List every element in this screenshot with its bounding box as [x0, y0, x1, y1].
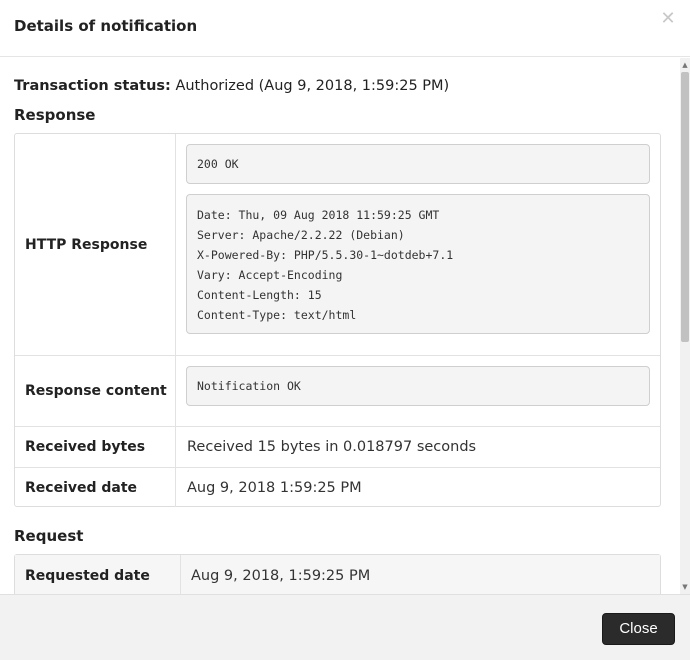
http-header-line: Date: Thu, 09 Aug 2018 11:59:25 GMT	[197, 208, 440, 222]
modal-body[interactable]: Transaction status: Authorized (Aug 9, 2…	[0, 58, 690, 594]
http-response-label: HTTP Response	[15, 134, 176, 355]
modal-footer: Close	[0, 594, 690, 660]
scroll-up-arrow-icon[interactable]: ▲	[680, 60, 690, 70]
table-row-received-bytes: Received bytes Received 15 bytes in 0.01…	[15, 426, 660, 467]
table-row-requested-date: Requested date Aug 9, 2018, 1:59:25 PM	[15, 555, 660, 594]
requested-date-label: Requested date	[15, 555, 181, 594]
transaction-status: Transaction status: Authorized (Aug 9, 2…	[14, 78, 449, 94]
http-header-line: X-Powered-By: PHP/5.5.30-1~dotdeb+7.1	[197, 248, 454, 262]
http-headers-box: Date: Thu, 09 Aug 2018 11:59:25 GMT Serve…	[186, 194, 650, 334]
received-bytes-value: Received 15 bytes in 0.018797 seconds	[187, 439, 477, 455]
request-heading: Request	[14, 527, 84, 545]
table-row-response-content: Response content Notification OK	[15, 355, 660, 426]
http-header-line: Server: Apache/2.2.22 (Debian)	[197, 228, 405, 242]
response-content-label: Response content	[15, 356, 176, 426]
http-status-code: 200 OK	[197, 157, 239, 171]
request-table: Requested date Aug 9, 2018, 1:59:25 PM	[14, 554, 661, 594]
vertical-scrollbar[interactable]: ▲ ▼	[680, 58, 690, 594]
http-status-code-box: 200 OK	[186, 144, 650, 184]
table-row-received-date: Received date Aug 9, 2018 1:59:25 PM	[15, 467, 660, 507]
requested-date-value: Aug 9, 2018, 1:59:25 PM	[191, 568, 371, 584]
modal-title: Details of notification	[14, 17, 198, 35]
scroll-thumb[interactable]	[681, 72, 689, 342]
scroll-down-arrow-icon[interactable]: ▼	[680, 582, 690, 592]
received-date-value: Aug 9, 2018 1:59:25 PM	[187, 479, 362, 496]
received-bytes-label: Received bytes	[15, 427, 176, 467]
received-date-label: Received date	[15, 468, 176, 507]
http-header-line: Content-Length: 15	[197, 288, 322, 302]
transaction-status-label: Transaction status:	[14, 78, 171, 94]
modal-header: Details of notification ✕	[0, 0, 690, 57]
response-heading: Response	[14, 106, 96, 124]
http-header-line: Content-Type: text/html	[197, 308, 357, 322]
close-button[interactable]: Close	[602, 613, 675, 645]
response-table: HTTP Response 200 OK Date: Thu, 09 Aug 2…	[14, 133, 661, 507]
response-content-box: Notification OK	[186, 366, 650, 406]
http-header-line: Vary: Accept-Encoding	[197, 268, 343, 282]
response-content-value: Notification OK	[197, 379, 301, 393]
transaction-status-value: Authorized (Aug 9, 2018, 1:59:25 PM)	[175, 78, 450, 94]
close-x-icon[interactable]: ✕	[660, 10, 676, 28]
table-row-http-response: HTTP Response 200 OK Date: Thu, 09 Aug 2…	[15, 134, 660, 355]
